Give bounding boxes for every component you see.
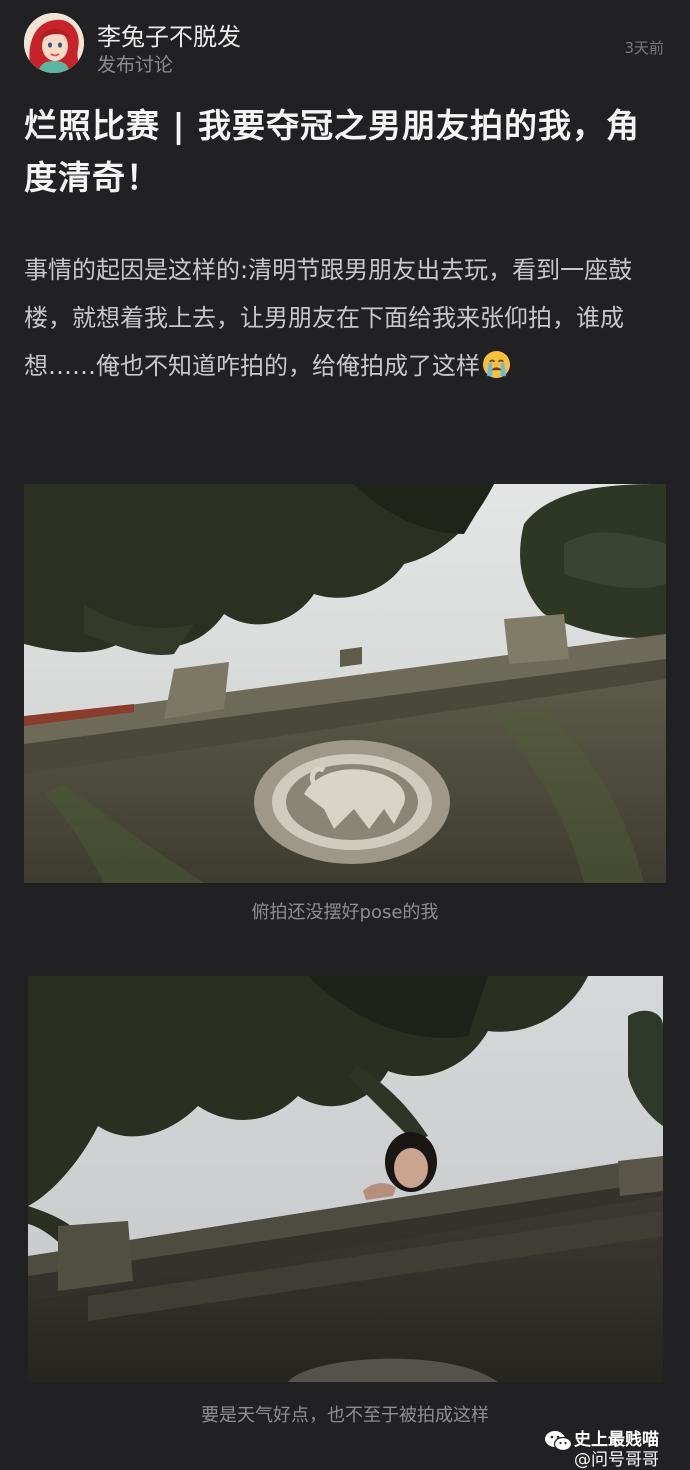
- crying-face-icon: [482, 350, 511, 379]
- drum-tower-photo-2: [28, 976, 663, 1382]
- watermark-author-handle: @问号哥哥: [574, 1450, 659, 1470]
- post-header: 李兔子不脱发 发布讨论 3天前: [0, 0, 690, 90]
- drum-tower-photo-1: [24, 484, 666, 883]
- wechat-icon: [545, 1431, 572, 1452]
- post-body-text: 事情的起因是这样的:清明节跟男朋友出去玩，看到一座鼓楼，就想着我上去，让男朋友在…: [24, 256, 633, 380]
- author-name[interactable]: 李兔子不脱发: [97, 17, 241, 52]
- post-title: 烂照比赛 | 我要夺冠之男朋友拍的我，角度清奇！: [24, 106, 641, 197]
- photo-1-caption: 俯拍还没摆好pose的我: [251, 902, 439, 923]
- post-photo-2[interactable]: [28, 976, 663, 1382]
- red-haired-avatar-icon: [24, 13, 84, 73]
- post-type-label: 发布讨论: [97, 54, 174, 76]
- post-body: 事情的起因是这样的:清明节跟男朋友出去玩，看到一座鼓楼，就想着我上去，让男朋友在…: [24, 246, 664, 390]
- post-photo-1[interactable]: [24, 484, 666, 883]
- author-avatar[interactable]: [24, 13, 84, 73]
- post-timestamp: 3天前: [624, 39, 664, 57]
- wechat-watermark: 史上最贱喵 @问号哥哥: [544, 1423, 676, 1470]
